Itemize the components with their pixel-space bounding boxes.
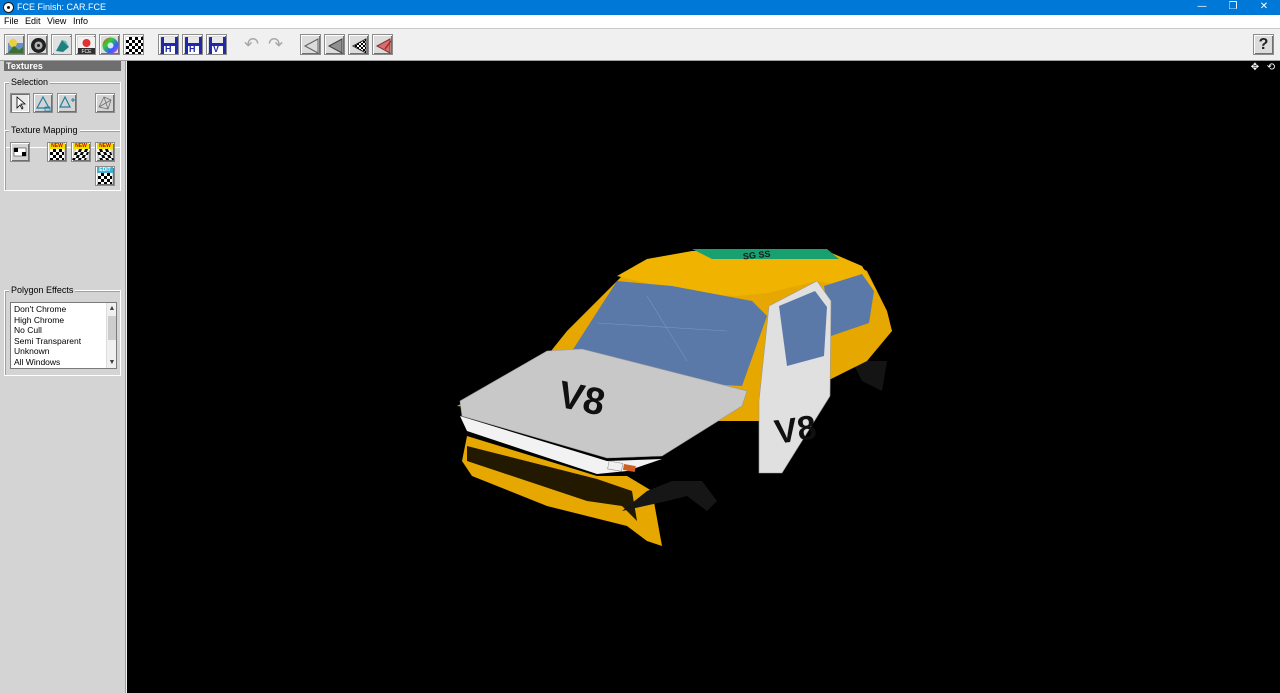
toolbar: FCE H H V ↶ ↷ ? bbox=[0, 28, 1280, 61]
save-as-button[interactable]: H bbox=[182, 34, 203, 55]
solid-view-button[interactable] bbox=[324, 34, 345, 55]
new-badge: NEW bbox=[97, 143, 113, 149]
triangle-select-icon bbox=[35, 95, 51, 112]
undo-button[interactable]: ↶ bbox=[241, 34, 262, 55]
door-number: V8 bbox=[772, 408, 818, 451]
menu-view[interactable]: View bbox=[47, 16, 66, 27]
help-button[interactable]: ? bbox=[1253, 34, 1274, 55]
model-button[interactable] bbox=[51, 34, 72, 55]
add-triangle-button[interactable] bbox=[57, 93, 77, 113]
texture-tile-icon bbox=[13, 147, 27, 157]
shaded-icon bbox=[375, 38, 392, 54]
new-badge: NEW bbox=[73, 143, 89, 149]
select-all-button[interactable] bbox=[95, 93, 115, 113]
texture-preview-button[interactable] bbox=[10, 142, 30, 162]
solid-icon bbox=[327, 38, 343, 54]
scroll-down-icon[interactable]: ▼ bbox=[108, 358, 116, 367]
texture-button[interactable] bbox=[123, 34, 144, 55]
list-item[interactable]: All Windows bbox=[14, 357, 60, 367]
texture-mapping-title: Texture Mapping bbox=[9, 125, 80, 136]
title-bar: FCE Finish: CAR.FCE — ❐ ✕ bbox=[0, 0, 1280, 15]
polygon-effects-list[interactable]: Don't Chrome High Chrome No Cull Semi Tr… bbox=[10, 302, 117, 369]
list-item[interactable]: Unknown bbox=[14, 346, 49, 356]
list-item[interactable]: Semi Transparent bbox=[14, 336, 81, 346]
disk-icon: H bbox=[161, 37, 178, 54]
wheel-button[interactable] bbox=[27, 34, 48, 55]
edit-mapping-button[interactable]: EDIT bbox=[95, 166, 115, 186]
scroll-up-icon[interactable]: ▲ bbox=[108, 304, 116, 313]
wheel-icon bbox=[31, 38, 46, 53]
list-item[interactable]: Don't Chrome bbox=[14, 304, 66, 314]
minimize-button[interactable]: — bbox=[1187, 0, 1217, 15]
menu-bar: File Edit View Info bbox=[0, 15, 1280, 28]
selection-title: Selection bbox=[9, 77, 51, 88]
checker-icon bbox=[98, 173, 112, 184]
checker-icon bbox=[50, 149, 64, 160]
export-button[interactable]: V bbox=[206, 34, 227, 55]
checker-icon bbox=[95, 149, 115, 160]
edit-badge: EDIT bbox=[97, 167, 113, 173]
open-scene-button[interactable] bbox=[4, 34, 25, 55]
disk-icon: H bbox=[185, 37, 202, 54]
scene-icon bbox=[8, 39, 23, 53]
textures-panel: Textures Selection Texture Mapping NEW N… bbox=[0, 61, 126, 693]
list-item[interactable]: High Chrome bbox=[14, 315, 64, 325]
car-model: SG SS V8 V8 bbox=[457, 249, 892, 546]
fce-icon: FCE bbox=[78, 37, 95, 54]
textured-view-button[interactable] bbox=[348, 34, 369, 55]
textured-icon bbox=[351, 38, 367, 54]
shaded-view-button[interactable] bbox=[372, 34, 393, 55]
triangle-add-icon bbox=[59, 95, 75, 108]
save-button[interactable]: H bbox=[158, 34, 179, 55]
svg-text:FCE: FCE bbox=[82, 49, 93, 54]
new-mapping-3-button[interactable]: NEW bbox=[95, 142, 115, 162]
list-item[interactable]: No Cull bbox=[14, 325, 42, 335]
new-badge: NEW bbox=[49, 143, 65, 149]
color-wheel-icon bbox=[102, 37, 119, 54]
panel-header: Textures bbox=[4, 61, 121, 71]
new-mapping-2-button[interactable]: NEW bbox=[71, 142, 91, 162]
pointer-icon bbox=[16, 96, 27, 110]
polygon-effects-title: Polygon Effects bbox=[9, 285, 76, 296]
redo-button[interactable]: ↷ bbox=[265, 34, 286, 55]
wireframe-icon bbox=[303, 38, 319, 54]
select-triangle-button[interactable] bbox=[33, 93, 53, 113]
menu-file[interactable]: File bbox=[4, 16, 19, 27]
menu-info[interactable]: Info bbox=[73, 16, 88, 27]
texture-mapping-group: Texture Mapping NEW NEW NEW EDIT bbox=[4, 125, 121, 191]
model-icon bbox=[54, 37, 71, 54]
3d-viewport[interactable]: ✥ ⟲ SG SS V8 V8 bbox=[127, 61, 1280, 693]
select-pointer-button[interactable] bbox=[10, 93, 30, 113]
color-button[interactable] bbox=[99, 34, 120, 55]
window-title: FCE Finish: CAR.FCE bbox=[17, 2, 107, 12]
menu-edit[interactable]: Edit bbox=[25, 16, 41, 27]
list-scrollbar[interactable]: ▲ ▼ bbox=[106, 303, 116, 368]
disk-icon: V bbox=[209, 37, 226, 54]
mesh-icon bbox=[98, 96, 112, 110]
polygon-effects-group: Polygon Effects Don't Chrome High Chrome… bbox=[4, 285, 121, 376]
scroll-thumb[interactable] bbox=[108, 316, 116, 340]
close-button[interactable]: ✕ bbox=[1249, 0, 1279, 15]
maximize-button[interactable]: ❐ bbox=[1218, 0, 1248, 15]
new-mapping-1-button[interactable]: NEW bbox=[47, 142, 67, 162]
app-icon bbox=[3, 2, 14, 13]
checker-icon bbox=[126, 37, 143, 54]
fce-button[interactable]: FCE bbox=[75, 34, 96, 55]
wireframe-view-button[interactable] bbox=[300, 34, 321, 55]
checker-icon bbox=[71, 149, 91, 160]
